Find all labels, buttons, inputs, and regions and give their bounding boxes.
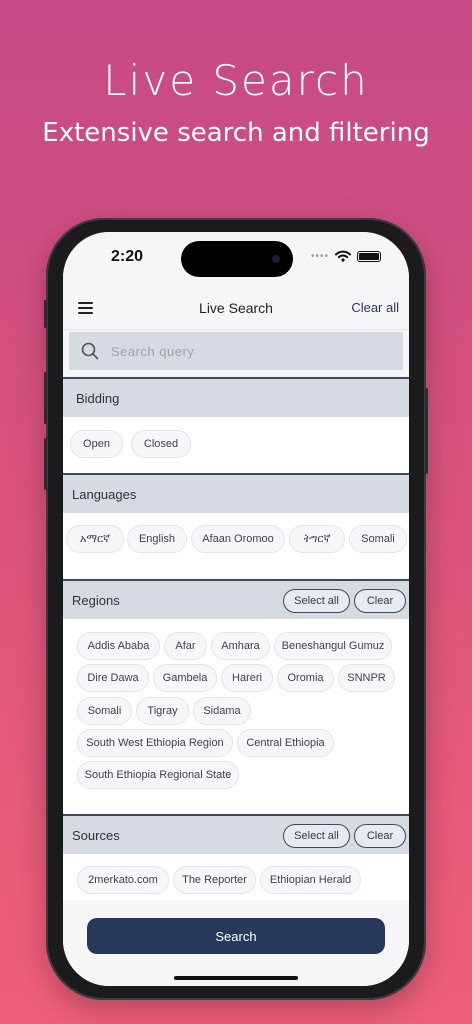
- search-input[interactable]: Search query: [69, 332, 403, 370]
- promo-subtitle: Extensive search and filtering: [42, 118, 430, 148]
- wifi-icon: [335, 250, 351, 262]
- section-label-bidding: Bidding: [76, 391, 120, 406]
- chip-region[interactable]: Oromia: [277, 664, 334, 692]
- regions-section-header: Regions Select all Clear: [63, 579, 409, 619]
- regions-select-all-button[interactable]: Select all: [283, 589, 350, 613]
- languages-options: አማርኛ English Afaan Oromoo ትግርኛ Somali: [63, 513, 409, 579]
- phone-power-button: [425, 388, 428, 474]
- chip-source[interactable]: 2merkato.com: [77, 866, 169, 894]
- home-indicator[interactable]: [174, 976, 298, 980]
- chip-language-english[interactable]: English: [127, 525, 187, 553]
- chip-source[interactable]: Ethiopian Herald: [260, 866, 361, 894]
- chip-region[interactable]: South West Ethiopia Region: [77, 729, 233, 757]
- chip-region[interactable]: Somali: [77, 697, 132, 725]
- sources-clear-button[interactable]: Clear: [354, 824, 406, 848]
- chip-region[interactable]: Hareri: [221, 664, 273, 692]
- phone-volume-down-button: [44, 438, 47, 490]
- promo-title: Live Search: [103, 56, 369, 105]
- chip-region[interactable]: South Ethiopia Regional State: [77, 761, 239, 789]
- search-footer: Search: [63, 900, 409, 986]
- status-icons: ••••: [311, 250, 381, 262]
- section-label-sources: Sources: [72, 828, 120, 843]
- chip-region[interactable]: Afar: [164, 632, 207, 660]
- chip-language-somali[interactable]: Somali: [349, 525, 407, 553]
- clear-all-button[interactable]: Clear all: [351, 300, 399, 315]
- status-time: 2:20: [111, 248, 144, 265]
- phone-volume-up-button: [44, 372, 47, 424]
- chip-region[interactable]: Sidama: [193, 697, 251, 725]
- languages-section-header: Languages: [63, 473, 409, 513]
- phone-side-button: [44, 300, 47, 328]
- chip-region[interactable]: Central Ethiopia: [237, 729, 334, 757]
- regions-options: Addis Ababa Afar Amhara Beneshangul Gumu…: [63, 619, 409, 815]
- signal-icon: ••••: [310, 250, 329, 262]
- regions-clear-button[interactable]: Clear: [354, 589, 406, 613]
- chip-region[interactable]: Addis Ababa: [77, 632, 160, 660]
- chip-region[interactable]: Beneshangul Gumuz: [274, 632, 392, 660]
- app-header: Live Search Clear all: [63, 288, 409, 330]
- bidding-section-header: Bidding: [63, 377, 409, 417]
- chip-region[interactable]: Dire Dawa: [77, 664, 149, 692]
- search-bar: Search query: [63, 330, 409, 378]
- search-button[interactable]: Search: [87, 918, 385, 954]
- chip-language-amharic[interactable]: አማርኛ: [66, 525, 124, 553]
- sources-select-all-button[interactable]: Select all: [283, 824, 350, 848]
- chip-region[interactable]: Gambela: [153, 664, 217, 692]
- chip-language-tigrinya[interactable]: ትግርኛ: [289, 525, 345, 553]
- dynamic-island: [181, 241, 293, 277]
- chip-source[interactable]: The Reporter: [173, 866, 256, 894]
- battery-icon: [357, 250, 381, 262]
- chip-bidding-open[interactable]: Open: [70, 430, 123, 458]
- bidding-options: Open Closed: [63, 417, 409, 473]
- app-screen: 2:20 •••• Live Search Clear all Search q…: [63, 232, 409, 986]
- chip-region[interactable]: SNNPR: [338, 664, 395, 692]
- sources-section-header: Sources Select all Clear: [63, 814, 409, 854]
- chip-bidding-closed[interactable]: Closed: [131, 430, 191, 458]
- search-icon: [81, 342, 99, 360]
- status-bar: 2:20 ••••: [63, 232, 409, 288]
- section-label-languages: Languages: [72, 487, 137, 502]
- chip-language-afaan-oromoo[interactable]: Afaan Oromoo: [191, 525, 285, 553]
- section-label-regions: Regions: [72, 593, 120, 608]
- chip-region[interactable]: Tigray: [136, 697, 189, 725]
- chip-region[interactable]: Amhara: [211, 632, 270, 660]
- camera-icon: [272, 255, 280, 263]
- search-placeholder: Search query: [111, 344, 195, 359]
